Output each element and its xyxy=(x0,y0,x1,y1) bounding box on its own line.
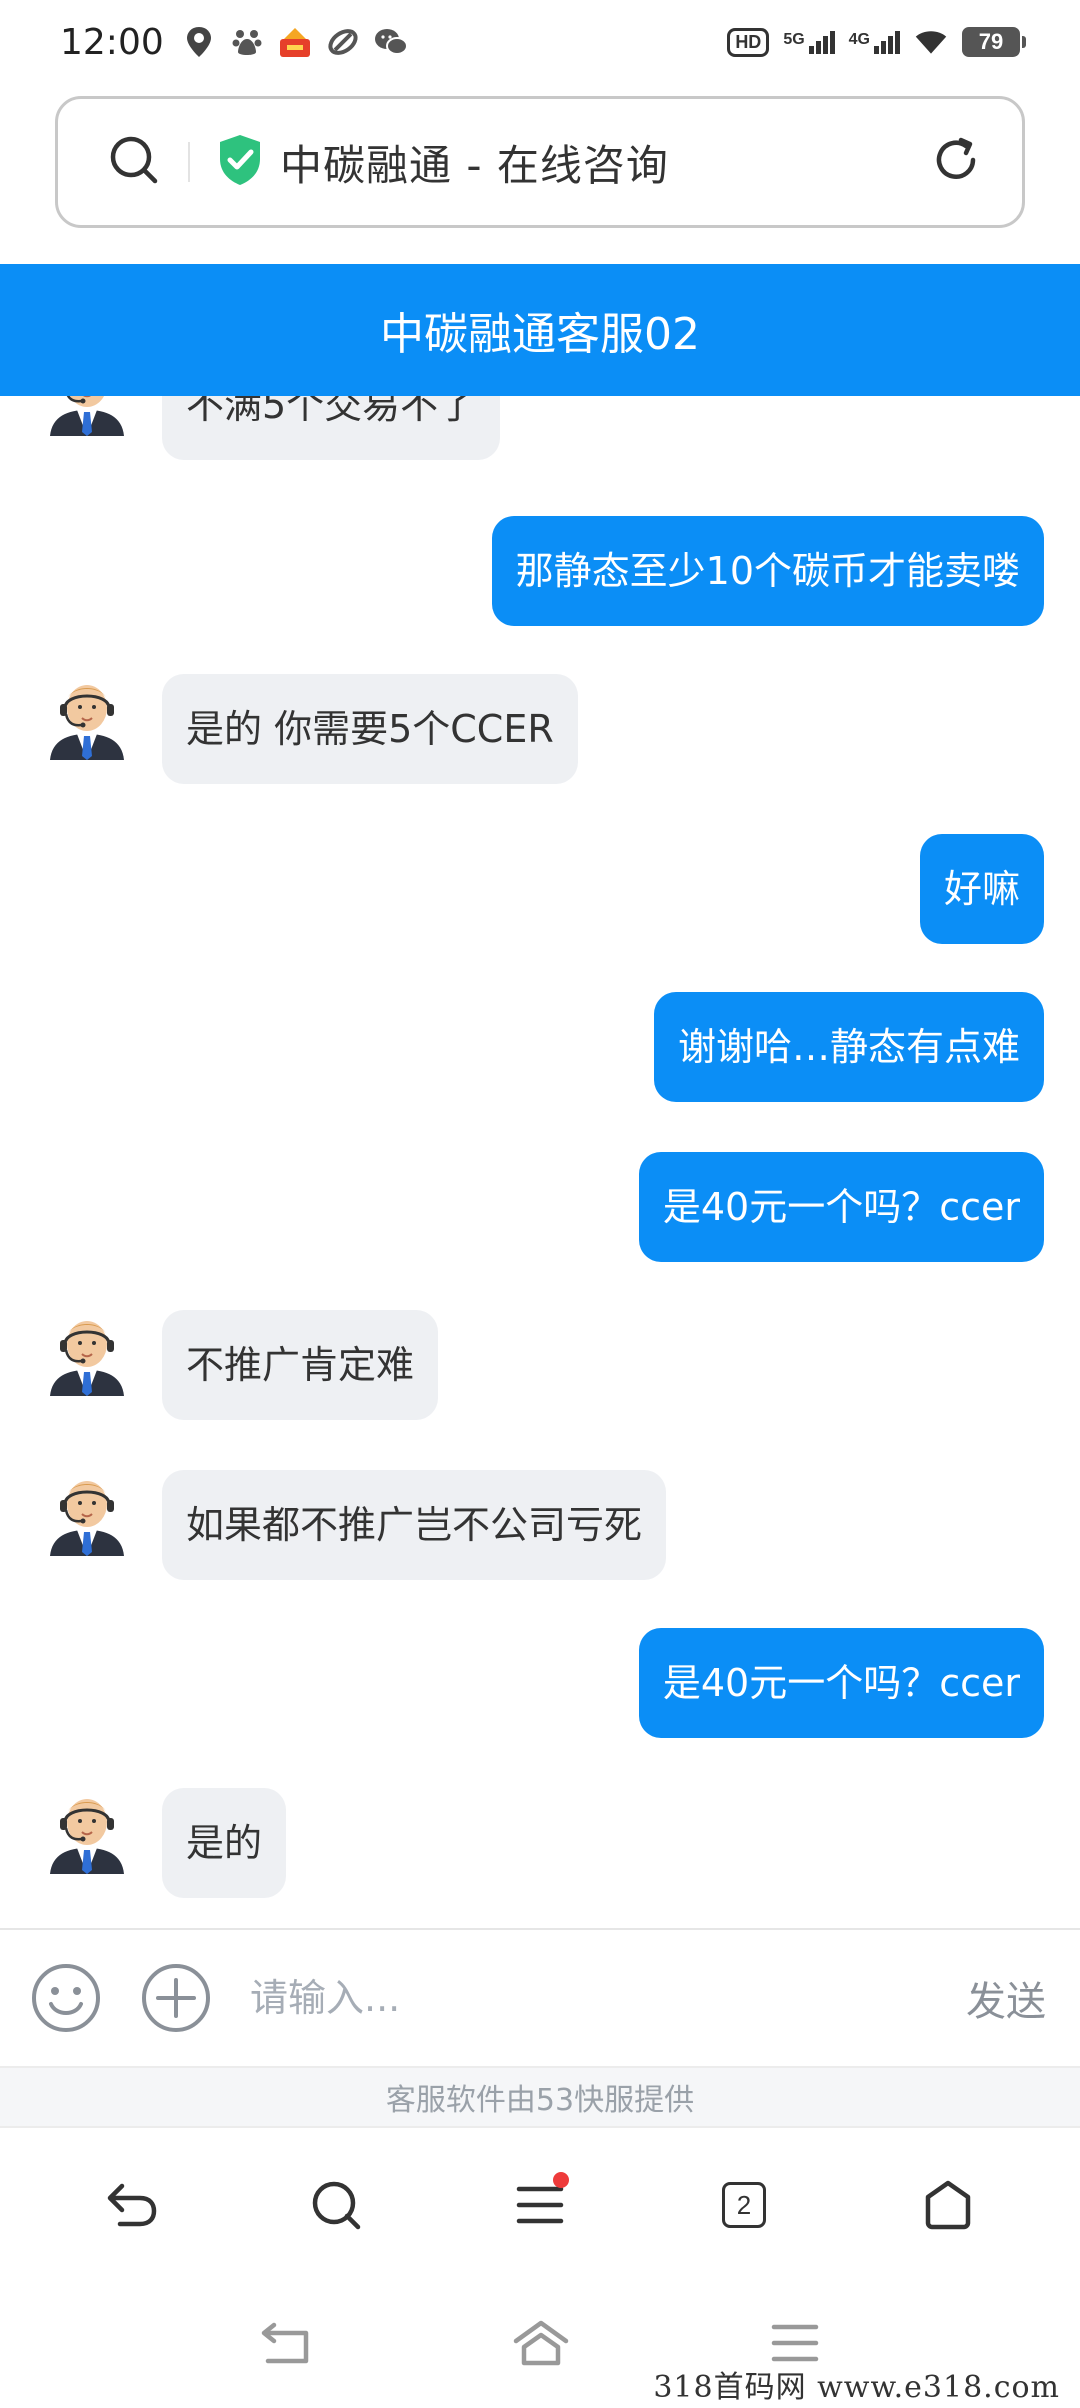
system-home-icon xyxy=(513,2320,569,2366)
user-message: 好嘛 xyxy=(919,834,1044,944)
notification-dot xyxy=(553,2172,569,2188)
system-back-button[interactable] xyxy=(260,2321,312,2369)
emoji-icon[interactable] xyxy=(30,1962,102,2034)
location-icon xyxy=(182,25,216,59)
add-attachment-icon[interactable] xyxy=(140,1962,212,2034)
agent-avatar xyxy=(44,396,130,436)
system-recents-icon xyxy=(771,2324,819,2362)
chat-header: 中碳融通客服02 xyxy=(0,264,1080,396)
shield-check-icon xyxy=(216,133,264,191)
signal-4g-icon: 4G xyxy=(849,30,900,54)
chat-page: 12:00 HD 5G 4G 79 中碳融通 - 在线咨询 中碳融通客服02 不… xyxy=(0,0,1080,2408)
message-bubble: 是的 xyxy=(162,1788,287,1898)
back-button[interactable] xyxy=(87,2160,177,2250)
status-bar: 12:00 HD 5G 4G 79 xyxy=(0,0,1080,84)
service-credit: 客服软件由53快服提供 xyxy=(0,2066,1080,2128)
wifi-icon xyxy=(914,25,948,59)
message-bubble: 不推广肯定难 xyxy=(162,1310,439,1420)
back-arrow-icon xyxy=(107,2183,157,2227)
wechat-icon xyxy=(374,25,408,59)
system-status-icons: HD 5G 4G 79 xyxy=(727,25,1026,59)
watermark: 318首码网 www.e318.com xyxy=(653,2370,1060,2405)
agent-message: 如果都不推广岂不公司亏死 xyxy=(44,1470,667,1580)
send-button[interactable]: 发送 xyxy=(966,1969,1046,2027)
message-bubble: 那静态至少10个碳币才能卖喽 xyxy=(491,516,1044,626)
tabs-button[interactable]: 2 xyxy=(699,2160,789,2250)
message-bubble: 如果都不推广岂不公司亏死 xyxy=(162,1470,667,1580)
search-icon[interactable] xyxy=(108,134,160,190)
menu-icon xyxy=(516,2186,564,2224)
signal-5g-icon: 5G xyxy=(783,30,835,54)
agent-avatar xyxy=(44,674,130,760)
agent-avatar xyxy=(44,1788,130,1874)
agent-message: 不推广肯定难 xyxy=(44,1310,439,1420)
search-icon xyxy=(312,2181,361,2230)
message-input[interactable] xyxy=(250,1976,946,2020)
tab-count-badge: 2 xyxy=(722,2182,766,2228)
search-button[interactable] xyxy=(291,2160,381,2250)
user-message: 那静态至少10个碳币才能卖喽 xyxy=(491,516,1044,626)
status-time: 12:00 xyxy=(60,21,164,63)
battery-icon: 79 xyxy=(962,27,1026,57)
message-bubble: 谢谢哈…静态有点难 xyxy=(653,992,1044,1102)
home-icon xyxy=(925,2180,971,2230)
reload-icon[interactable] xyxy=(930,134,982,190)
agent-avatar xyxy=(44,1310,130,1396)
browser-address-bar[interactable]: 中碳融通 - 在线咨询 xyxy=(55,96,1025,228)
agent-message: 是的 xyxy=(44,1788,287,1898)
agent-message: 是的 你需要5个CCER xyxy=(44,674,578,784)
user-message: 是40元一个吗？ccer xyxy=(638,1628,1044,1738)
browser-toolbar: 2 xyxy=(0,2140,1080,2270)
message-bubble: 是40元一个吗？ccer xyxy=(638,1152,1044,1262)
system-home-button[interactable] xyxy=(512,2319,570,2371)
address-divider xyxy=(188,142,190,182)
user-message: 谢谢哈…静态有点难 xyxy=(653,992,1044,1102)
home-button[interactable] xyxy=(903,2160,993,2250)
system-back-icon xyxy=(261,2322,309,2364)
hd-voice-badge: HD xyxy=(727,27,770,57)
user-message: 是40元一个吗？ccer xyxy=(638,1152,1044,1262)
message-bubble: 好嘛 xyxy=(919,834,1044,944)
link-app-icon xyxy=(326,25,360,59)
baidu-app-icon xyxy=(230,25,264,59)
taobao-app-icon xyxy=(278,25,312,59)
message-input-bar: 发送 xyxy=(0,1928,1080,2066)
agent-avatar xyxy=(44,1470,130,1556)
message-bubble: 不满5个交易不了 xyxy=(162,396,501,460)
message-bubble: 是40元一个吗？ccer xyxy=(638,1628,1044,1738)
page-title: 中碳融通 - 在线咨询 xyxy=(280,140,669,190)
menu-button[interactable] xyxy=(495,2160,585,2250)
notification-icons xyxy=(182,25,408,59)
agent-message: 不满5个交易不了 xyxy=(44,396,501,460)
message-bubble: 是的 你需要5个CCER xyxy=(162,674,578,784)
message-list[interactable]: 不满5个交易不了 那静态至少10个碳币才能卖喽 是的 你需要5个CCER 好嘛 … xyxy=(0,396,1080,1928)
